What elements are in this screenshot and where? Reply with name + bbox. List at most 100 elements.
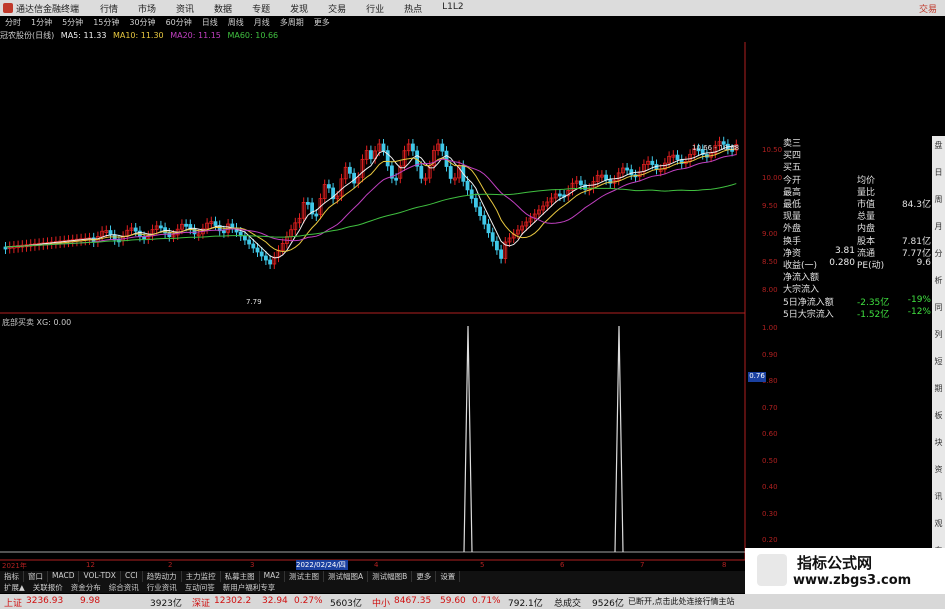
indicator-tab-6[interactable]: 主力监控: [182, 571, 221, 582]
candle-body: [482, 215, 487, 225]
timeframe-7[interactable]: 周线: [223, 16, 249, 29]
timeframe-6[interactable]: 日线: [197, 16, 223, 29]
indicator-tab-7[interactable]: 私募主图: [221, 571, 260, 582]
ma20-value: MA20: 11.15: [170, 31, 221, 40]
candle-body: [314, 213, 319, 217]
info-key: 5日净流入额: [783, 297, 834, 308]
indicator-tab-8[interactable]: MA2: [260, 571, 286, 582]
side-tab-4[interactable]: 分: [933, 248, 944, 262]
lower-indicator-chart: [0, 325, 745, 553]
indicator-tab-13[interactable]: 设置: [436, 571, 461, 582]
indicator-tab-9[interactable]: 测试主图: [285, 571, 325, 582]
total-amount: 9526亿: [592, 599, 624, 609]
side-tab-0[interactable]: 盘: [933, 140, 944, 154]
ma60-value: MA60: 10.66: [227, 31, 279, 40]
menu-item-3[interactable]: 数据: [204, 0, 242, 16]
menu-item-4[interactable]: 专题: [242, 0, 280, 16]
timeframe-3[interactable]: 15分钟: [88, 16, 124, 29]
menu-item-1[interactable]: 市场: [128, 0, 166, 16]
info-key: 卖三: [783, 139, 802, 149]
menu-item-8[interactable]: 热点: [394, 0, 432, 16]
indicator-tab-1[interactable]: 窗口: [24, 571, 48, 582]
side-tab-9[interactable]: 期: [933, 383, 944, 397]
info-key: 最低: [783, 200, 802, 210]
side-tab-11[interactable]: 块: [933, 437, 944, 451]
side-tab-8[interactable]: 短: [933, 356, 944, 370]
side-tab-1[interactable]: 日: [933, 167, 944, 181]
trade-button[interactable]: 交易: [919, 2, 937, 15]
info-key: 最高: [783, 187, 802, 198]
side-tab-7[interactable]: 列: [933, 329, 944, 343]
extension-tab-3[interactable]: 综合资讯: [105, 582, 143, 593]
indicator-tab-5[interactable]: 趋势动力: [143, 571, 182, 582]
side-tab-3[interactable]: 月: [933, 221, 944, 235]
indicator-tab-11[interactable]: 测试幅图B: [368, 571, 413, 582]
menu-item-7[interactable]: 行业: [356, 0, 394, 16]
menu-item-0[interactable]: 行情: [90, 0, 128, 16]
timeframe-1[interactable]: 1分钟: [26, 16, 57, 29]
indicator-tab-2[interactable]: MACD: [48, 571, 80, 582]
extension-tab-0[interactable]: 扩展▲: [0, 582, 29, 593]
extension-tab-4[interactable]: 行业资讯: [143, 582, 181, 593]
menu-item-9[interactable]: L1L2: [432, 0, 473, 16]
candle-body: [394, 177, 399, 181]
side-tab-5[interactable]: 析: [933, 275, 944, 289]
menu-item-6[interactable]: 交易: [318, 0, 356, 16]
indicator-tab-4[interactable]: CCI: [121, 571, 143, 582]
side-tab-10[interactable]: 板: [933, 410, 944, 424]
timeframe-10[interactable]: 更多: [309, 16, 335, 29]
info-row: 买五: [783, 160, 933, 173]
timeframe-9[interactable]: 多周期: [275, 16, 309, 29]
menu-item-2[interactable]: 资讯: [166, 0, 204, 16]
sz-label[interactable]: 深证: [192, 596, 210, 609]
sh-amount: 3923亿: [150, 599, 182, 609]
extension-tab-2[interactable]: 资金分布: [67, 582, 105, 593]
candle-body: [259, 251, 264, 257]
zx-index: 8467.35: [394, 596, 432, 606]
indicator-name: 底部买卖 XG: 0.00: [2, 318, 72, 327]
indicator-tab-0[interactable]: 指标: [0, 571, 24, 582]
side-tab-6[interactable]: 同: [933, 302, 944, 316]
indicator-tab-3[interactable]: VOL-TDX: [79, 571, 121, 582]
zx-change: 59.60: [440, 596, 466, 606]
candle-body: [326, 184, 331, 189]
menu-bar: 行情 市场 资讯 数据 专题 发现 交易 行业 热点 L1L2: [90, 0, 474, 16]
stock-name: 冠农股份(日线): [0, 31, 55, 40]
candle-body: [440, 143, 445, 152]
timeframe-2[interactable]: 5分钟: [57, 16, 88, 29]
sh-label[interactable]: 上证: [4, 596, 22, 609]
extension-tab-1[interactable]: 关联报价: [29, 582, 67, 593]
side-tab-14[interactable]: 观: [933, 518, 944, 532]
timeframe-5[interactable]: 60分钟: [161, 16, 197, 29]
candle-body: [347, 166, 352, 174]
extension-tab-5[interactable]: 互动问答: [181, 582, 219, 593]
connection-status[interactable]: 已断开,点击此处连接行情主站: [628, 596, 735, 607]
upper-price-chart: [3, 136, 739, 269]
side-tab-2[interactable]: 周: [933, 194, 944, 208]
candle-body: [675, 154, 680, 160]
low-price-label: 7.79: [246, 298, 262, 306]
info-row: 卖三: [783, 136, 933, 149]
info-row: 净资 3.81 流通 7.77亿: [783, 246, 933, 259]
candle-body: [242, 235, 247, 241]
timeframe-0[interactable]: 分时: [0, 16, 26, 29]
extension-tab-6[interactable]: 新用户福利专享: [219, 582, 280, 593]
zx-label[interactable]: 中小: [372, 596, 390, 609]
candle-body: [490, 232, 495, 242]
indicator-tab-12[interactable]: 更多: [412, 571, 437, 582]
side-tab-13[interactable]: 讯: [933, 491, 944, 505]
x-axis-date-cursor: 2022/02/24/四: [296, 560, 348, 570]
menu-item-5[interactable]: 发现: [280, 0, 318, 16]
indicator-tab-10[interactable]: 测试幅图A: [324, 571, 369, 582]
kline-chart[interactable]: [0, 42, 783, 572]
info-key2: 内盘: [857, 224, 876, 235]
title-bar: 通达信金融终端 行情 市场 资讯 数据 专题 发现 交易 行业 热点 L1L2 交易: [0, 0, 945, 16]
status-bar: 上证 3236.93 9.98 3923亿 深证 12302.2 32.94 0…: [0, 594, 945, 609]
timeframe-4[interactable]: 30分钟: [124, 16, 160, 29]
candle-body: [221, 230, 226, 234]
timeframe-8[interactable]: 月线: [249, 16, 275, 29]
upper-price-label: 10.00: [762, 174, 783, 182]
side-tab-12[interactable]: 资: [933, 464, 944, 478]
lower-axis-label: 0.60: [762, 430, 778, 438]
info-value2: -12%: [907, 306, 931, 317]
